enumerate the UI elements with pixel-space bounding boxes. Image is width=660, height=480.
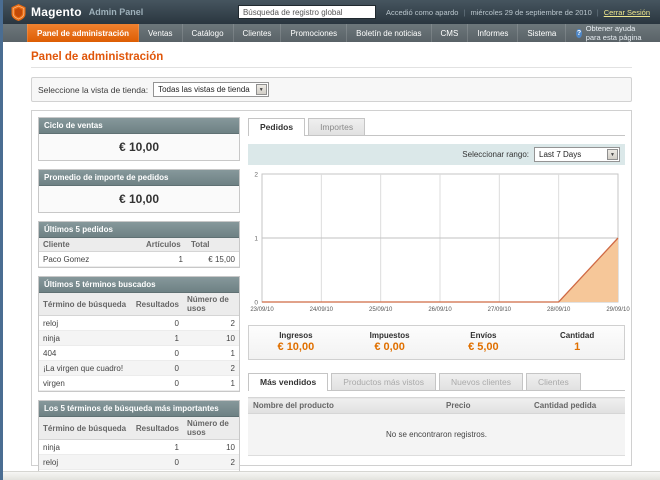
logo-text: Magento [31,5,82,19]
empty-message: No se encontraron registros. [248,413,625,456]
range-select[interactable]: Last 7 Days ▼ [534,147,620,162]
range-label: Seleccionar rango: [462,150,529,159]
nav-item-cms[interactable]: CMS [432,24,469,42]
logout-link[interactable]: Cerrar Sesión [604,8,650,17]
nav-item-promociones[interactable]: Promociones [281,24,348,42]
page-help-link[interactable]: ? Obtener ayuda para esta página [566,24,660,42]
tab-clientes: Clientes [526,373,581,390]
page-title: Panel de administración [31,51,632,68]
chevron-down-icon: ▼ [607,149,618,160]
top-search-terms-widget: Los 5 términos de búsqueda más important… [38,400,240,480]
svg-text:0: 0 [254,300,258,307]
svg-text:27/09/10: 27/09/10 [488,307,512,313]
sales-cycle-widget: Ciclo de ventas € 10,00 [38,117,240,161]
orders-area-chart: 0 1 2 23/09/10 24/09/10 25/09/10 26/09/10 27/09… [250,172,630,314]
tab-productos-mas-vistos: Productos más vistos [331,373,436,390]
separator: | [463,7,466,17]
store-switcher-bar: Seleccione la vista de tienda: Todas las… [31,77,632,102]
global-search-input[interactable] [237,5,376,19]
widget-title: Últimos 5 términos buscados [39,277,239,293]
avg-order-value: € 10,00 [39,186,239,212]
logged-in-as: Accedió como apardo [385,7,459,17]
store-switcher-label: Seleccione la vista de tienda: [38,84,149,95]
table-row[interactable]: ninja 1 10 [39,439,239,455]
avg-order-widget: Promedio de importe de pedidos € 10,00 [38,169,240,213]
browser-bottom-strip [3,471,660,480]
tab-mas-vendidos[interactable]: Más vendidos [248,373,329,391]
nav-item-informes[interactable]: Informes [468,24,519,42]
nav-item-clientes[interactable]: Clientes [234,24,282,42]
table-row[interactable]: virgen 0 1 [39,375,239,391]
widget-title: Promedio de importe de pedidos [39,170,239,186]
last-orders-widget: Últimos 5 pedidos Cliente Artículos Tota… [38,221,240,268]
widget-title: Los 5 términos de búsqueda más important… [39,401,239,417]
main-nav: Panel de administración Ventas Catálogo … [3,24,660,42]
separator: | [596,7,599,17]
dashboard-right-column: Pedidos Importes Seleccionar rango: Last… [248,117,630,459]
totals-row: Ingresos € 10,00 Impuestos € 0,00 Envíos… [248,325,625,360]
nav-item-boletin[interactable]: Boletín de noticias [347,24,432,42]
stat-ingresos: Ingresos € 10,00 [277,331,315,353]
nav-item-catalogo[interactable]: Catálogo [183,24,234,42]
table-row[interactable]: ninja 1 10 [39,330,239,346]
svg-text:2: 2 [254,172,258,179]
widget-title: Ciclo de ventas [39,118,239,134]
last-search-terms-widget: Últimos 5 términos buscados Término de b… [38,276,240,392]
nav-item-ventas[interactable]: Ventas [139,24,183,42]
header-meta: Accedió como apardo | miércoles 29 de se… [386,8,650,17]
empty-row: No se encontraron registros. [248,413,625,456]
bestsellers-table: Nombre del producto Precio Cantidad pedi… [248,397,625,456]
table-row[interactable]: 404 0 1 [39,345,239,361]
svg-text:28/09/10: 28/09/10 [547,307,571,313]
orders-chart-wrap: 0 1 2 23/09/10 24/09/10 25/09/10 26/09/10 27/09… [248,169,630,321]
svg-text:29/09/10: 29/09/10 [606,307,630,313]
sales-cycle-value: € 10,00 [39,134,239,160]
logo-subtitle: Admin Panel [88,7,144,17]
table-row[interactable]: reloj 0 2 [39,315,239,331]
tab-nuevos-clientes: Nuevos clientes [439,373,524,390]
svg-text:23/09/10: 23/09/10 [250,307,274,313]
magento-logo[interactable]: Magento Admin Panel [11,3,144,21]
dashboard-left-column: Ciclo de ventas € 10,00 Promedio de impo… [38,117,240,480]
table-row[interactable]: Paco Gomez 1 € 15,00 [39,251,239,267]
nav-item-dashboard[interactable]: Panel de administración [27,24,140,42]
store-switcher-select[interactable]: Todas las vistas de tienda ▼ [153,82,269,97]
magento-admin-window: Magento Admin Panel Accedió como apardo … [0,0,660,480]
chevron-down-icon: ▼ [255,84,267,95]
last-search-terms-table: Término de búsqueda Resultados Número de… [39,293,239,391]
table-row[interactable]: ¡La virgen que cuadro! 0 2 [39,360,239,376]
svg-text:1: 1 [254,236,258,243]
table-row[interactable]: reloj 0 2 [39,454,239,470]
svg-text:25/09/10: 25/09/10 [369,307,393,313]
svg-text:26/09/10: 26/09/10 [428,307,452,313]
header-bar: Magento Admin Panel Accedió como apardo … [3,0,660,24]
stat-cantidad: Cantidad 1 [560,331,595,353]
magento-shield-icon [11,3,26,21]
nav-item-sistema[interactable]: Sistema [518,24,567,42]
dashboard-container: Ciclo de ventas € 10,00 Promedio de impo… [31,110,632,480]
last-orders-table: Cliente Artículos Total Paco Gomez 1 € 1… [39,238,239,267]
current-date: miércoles 29 de septiembre de 2010 [470,7,592,17]
stat-impuestos: Impuestos € 0,00 [369,331,410,353]
svg-text:24/09/10: 24/09/10 [310,307,334,313]
help-label: Obtener ayuda para esta página [585,24,642,42]
stat-envios: Envíos € 5,00 [468,331,499,353]
help-icon: ? [576,28,582,38]
grids-tabs: Más vendidos Productos más vistos Nuevos… [248,372,625,391]
tab-pedidos[interactable]: Pedidos [248,118,306,136]
diagram-tabs: Pedidos Importes [248,117,625,136]
tab-importes[interactable]: Importes [308,118,366,135]
widget-title: Últimos 5 pedidos [39,222,239,238]
range-bar: Seleccionar rango: Last 7 Days ▼ [248,144,625,165]
